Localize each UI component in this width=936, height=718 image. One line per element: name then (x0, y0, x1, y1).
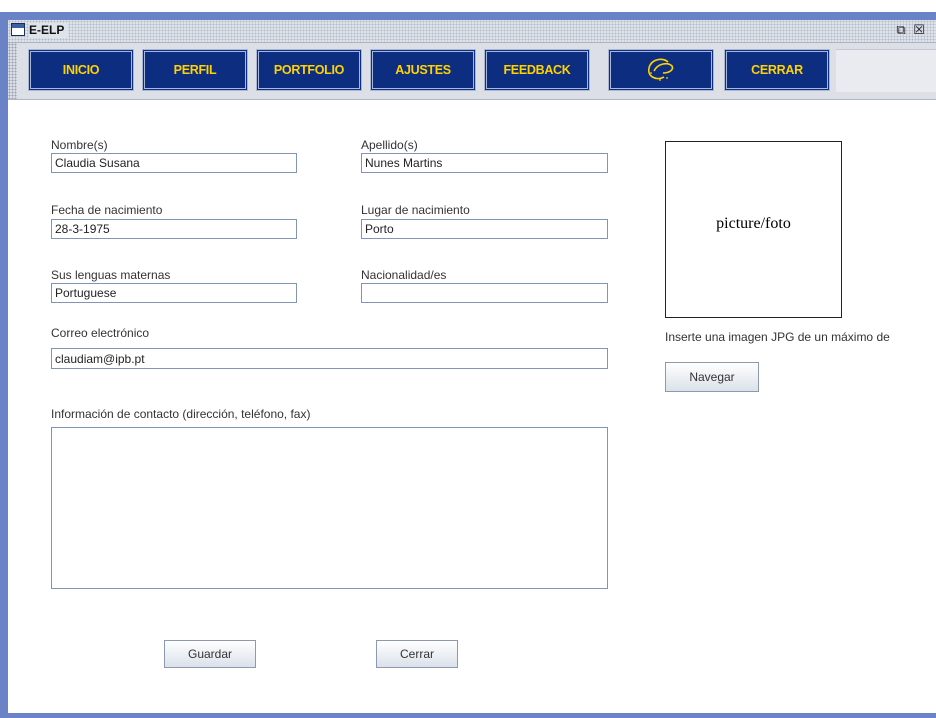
birth-place-field[interactable] (361, 219, 608, 239)
photo-placeholder: picture/foto (665, 141, 842, 318)
photo-hint-text: Inserte una imagen JPG de un máximo de (665, 330, 890, 344)
window-app-icon (11, 23, 25, 36)
email-field[interactable] (51, 348, 608, 369)
nationality-label: Nacionalidad/es (361, 268, 447, 282)
contact-info-label: Información de contacto (dirección, telé… (51, 407, 311, 421)
birth-place-label: Lugar de nacimiento (361, 203, 470, 217)
email-label: Correo electrónico (51, 326, 150, 340)
council-of-europe-logo-icon (647, 58, 674, 81)
profile-form-panel: Nombre(s) Apellido(s) Fecha de nacimient… (8, 100, 936, 713)
nav-ajustes-button[interactable]: AJUSTES (370, 49, 476, 91)
mother-tongues-field[interactable] (51, 283, 297, 303)
last-name-label: Apellido(s) (361, 138, 418, 152)
birth-date-label: Fecha de nacimiento (51, 203, 163, 217)
window-title: E-ELP (29, 23, 69, 38)
window-frame-bottom (0, 713, 936, 718)
nav-inicio-button[interactable]: INICIO (28, 49, 134, 91)
close-icon[interactable]: ☒ (911, 22, 927, 38)
first-name-field[interactable] (51, 153, 297, 173)
toolbar-grip[interactable] (8, 43, 17, 99)
last-name-field[interactable] (361, 153, 608, 173)
nav-portfolio-button[interactable]: PORTFOLIO (256, 49, 362, 91)
nationality-field[interactable] (361, 283, 608, 303)
toolbar-empty-area (836, 49, 936, 92)
browse-button[interactable]: Navegar (665, 362, 759, 392)
save-button[interactable]: Guardar (164, 640, 256, 668)
birth-date-field[interactable] (51, 219, 297, 239)
nav-feedback-button[interactable]: FEEDBACK (484, 49, 590, 91)
first-name-label: Nombre(s) (51, 138, 108, 152)
nav-perfil-button[interactable]: PERFIL (142, 49, 248, 91)
nav-logo-button[interactable] (608, 49, 714, 91)
cancel-button[interactable]: Cerrar (376, 640, 458, 668)
nav-cerrar-button[interactable]: CERRAR (724, 49, 830, 91)
mother-tongues-label: Sus lenguas maternas (51, 268, 171, 282)
contact-info-textarea[interactable] (51, 427, 608, 589)
restore-icon[interactable]: ⧉ (893, 22, 909, 38)
title-bar[interactable]: E-ELP ⧉ ☒ (8, 20, 936, 43)
photo-placeholder-label: picture/foto (716, 215, 791, 232)
main-toolbar: INICIO PERFIL PORTFOLIO AJUSTES FEEDBACK… (8, 43, 936, 100)
